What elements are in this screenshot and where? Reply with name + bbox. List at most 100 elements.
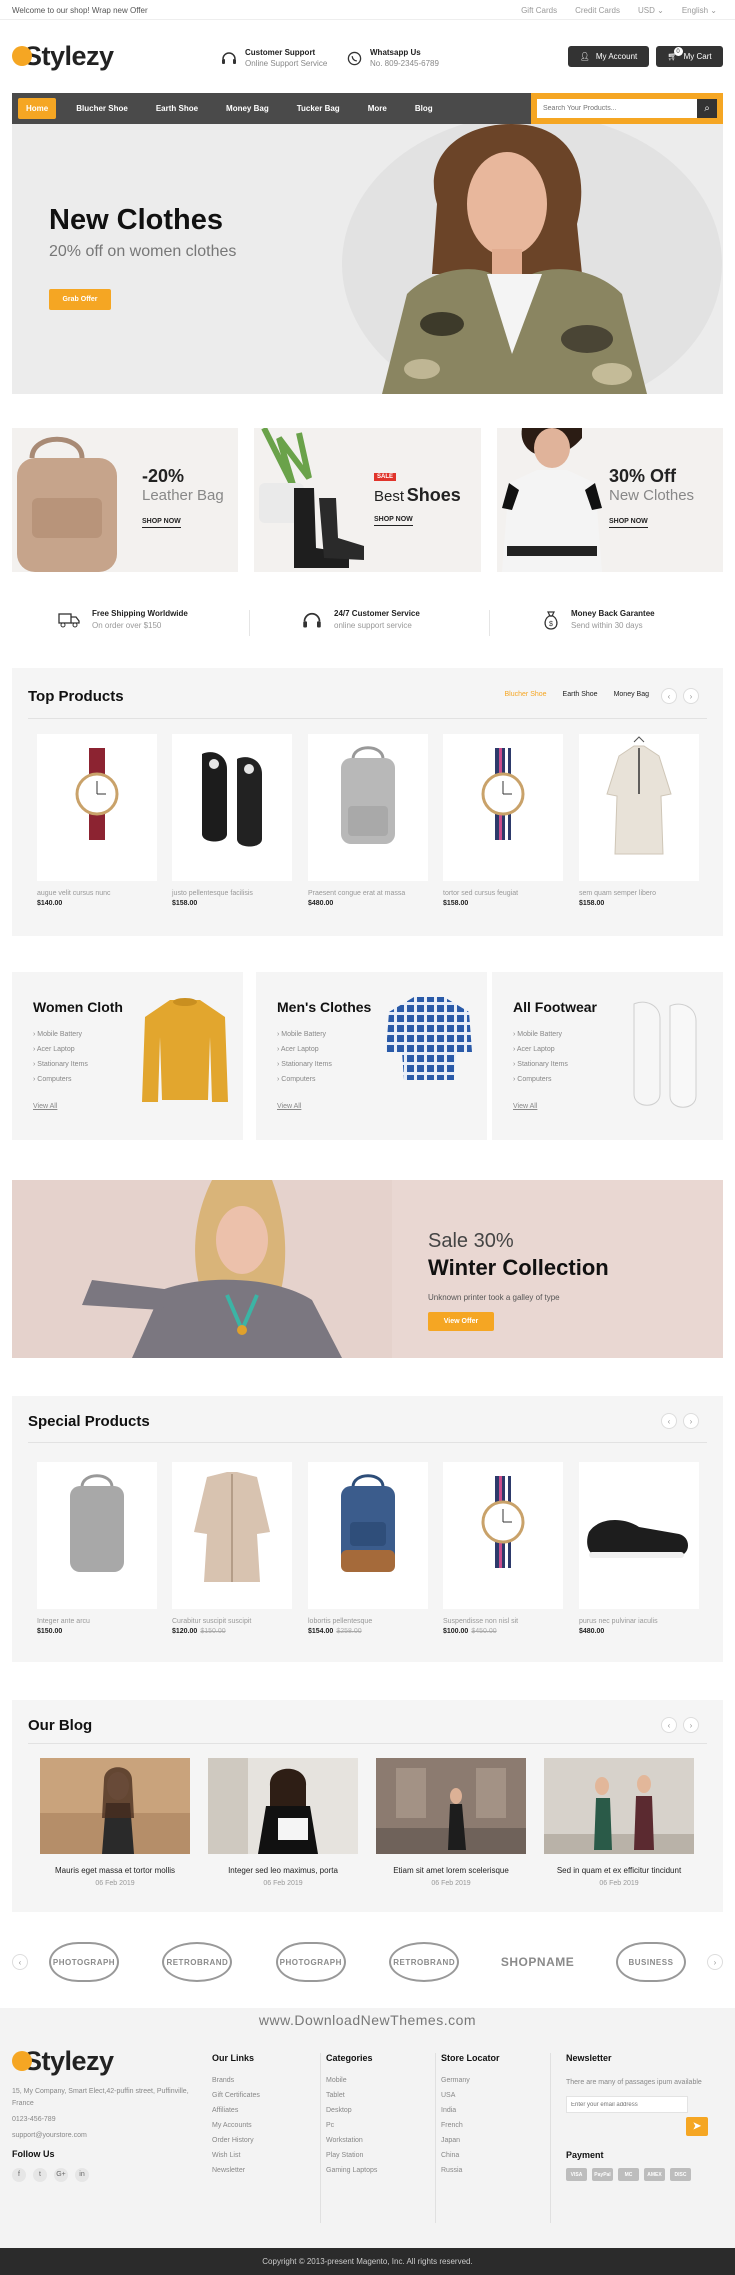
nav-earth-shoe[interactable]: Earth Shoe <box>148 98 206 119</box>
next-arrow-button[interactable]: › <box>683 688 699 704</box>
category-link[interactable]: › Mobile Battery <box>277 1031 332 1038</box>
nav-blog[interactable]: Blog <box>407 98 441 119</box>
brand-logo[interactable]: BUSINESS <box>607 1938 695 1986</box>
nav-tucker-bag[interactable]: Tucker Bag <box>289 98 348 119</box>
tab-money-bag[interactable]: Money Bag <box>614 691 649 698</box>
promo-best-shoes[interactable]: SALE Best Shoes SHOP NOW <box>254 428 481 572</box>
blue-backpack-image <box>341 1474 395 1572</box>
category-link[interactable]: › Acer Laptop <box>513 1046 568 1053</box>
boots-image <box>259 428 364 568</box>
gift-cards-link[interactable]: Gift Cards <box>521 6 557 15</box>
linkedin-icon[interactable]: in <box>75 2168 89 2182</box>
category-link[interactable]: › Stationary Items <box>277 1061 332 1068</box>
nav-money-bag[interactable]: Money Bag <box>218 98 277 119</box>
next-arrow-button[interactable]: › <box>683 1717 699 1733</box>
divider <box>28 718 707 719</box>
chevron-down-icon: ⌄ <box>710 6 717 15</box>
grab-offer-button[interactable]: Grab Offer <box>49 289 111 310</box>
newsletter-submit-button[interactable]: ➤ <box>686 2117 708 2136</box>
brand-logo[interactable]: SHOPNAME <box>494 1938 582 1986</box>
nav-blucher-shoe[interactable]: Blucher Shoe <box>68 98 136 119</box>
nav-home[interactable]: Home <box>18 98 57 119</box>
cardigan-image <box>194 1472 270 1582</box>
blog-post[interactable]: Integer sed leo maximus, porta 06 Feb 20… <box>208 1758 358 1887</box>
view-all-link[interactable]: View All <box>277 1103 301 1110</box>
category-link[interactable]: › Stationary Items <box>33 1061 88 1068</box>
watch-image <box>75 748 119 840</box>
prev-arrow-button[interactable]: ‹ <box>661 688 677 704</box>
sneakers-image <box>202 752 262 847</box>
view-offer-button[interactable]: View Offer <box>428 1312 494 1331</box>
product-card[interactable]: justo pellentesque facilisis $158.00 <box>172 734 292 907</box>
top-bar: Welcome to our shop! Wrap new Offer Gift… <box>0 0 735 20</box>
category-link[interactable]: › Computers <box>33 1076 88 1083</box>
shop-now-link[interactable]: SHOP NOW <box>609 518 648 528</box>
language-select[interactable]: English ⌄ <box>682 6 717 15</box>
search-input[interactable] <box>537 99 697 118</box>
category-link[interactable]: › Stationary Items <box>513 1061 568 1068</box>
brand-logo[interactable]: PHOTOGRAPH <box>40 1938 128 1986</box>
promo-leather-bag[interactable]: -20% Leather Bag SHOP NOW <box>12 428 238 572</box>
tab-earth-shoe[interactable]: Earth Shoe <box>563 691 598 698</box>
category-link[interactable]: › Computers <box>277 1076 332 1083</box>
promo-new-clothes[interactable]: 30% Off New Clothes SHOP NOW <box>497 428 723 572</box>
product-card[interactable]: purus nec pulvinar iaculis $480.00 <box>579 1462 699 1635</box>
whatsapp-contact: Whatsapp Us No. 809-2345-6789 <box>347 48 439 68</box>
blog-post[interactable]: Mauris eget massa et tortor mollis 06 Fe… <box>40 1758 190 1887</box>
brand-logo[interactable]: PHOTOGRAPH <box>267 1938 355 1986</box>
copyright-text: Copyright © 2013-present Magento, Inc. A… <box>262 2257 473 2266</box>
divider <box>28 1743 707 1744</box>
twitter-icon[interactable]: t <box>33 2168 47 2182</box>
currency-select[interactable]: USD ⌄ <box>638 6 664 15</box>
google-plus-icon[interactable]: G+ <box>54 2168 68 2182</box>
product-card[interactable]: augue velit cursus nunc $140.00 <box>37 734 157 907</box>
product-image <box>37 1462 157 1609</box>
prev-arrow-button[interactable]: ‹ <box>661 1413 677 1429</box>
product-card[interactable]: Praesent congue erat at massa $480.00 <box>308 734 428 907</box>
category-link[interactable]: › Mobile Battery <box>33 1031 88 1038</box>
chevron-right-icon: › <box>689 691 693 701</box>
brand-prev-button[interactable]: ‹ <box>12 1954 28 1970</box>
grey-backpack-image <box>341 746 395 844</box>
category-link[interactable]: › Acer Laptop <box>33 1046 88 1053</box>
nav-more[interactable]: More <box>360 98 395 119</box>
shop-now-link[interactable]: SHOP NOW <box>142 518 181 528</box>
category-link[interactable]: › Acer Laptop <box>277 1046 332 1053</box>
next-arrow-button[interactable]: › <box>683 1413 699 1429</box>
top-products-section: Top Products Blucher Shoe Earth Shoe Mon… <box>12 668 723 936</box>
facebook-icon[interactable]: f <box>12 2168 26 2182</box>
view-all-link[interactable]: View All <box>33 1103 57 1110</box>
footer-logo[interactable]: Stylezy <box>12 2046 114 2077</box>
search-button[interactable]: ⌕ <box>697 99 717 118</box>
site-logo[interactable]: Stylezy <box>12 41 114 72</box>
my-cart-button[interactable]: 🛒︎ 0 My Cart <box>656 46 723 67</box>
brand-logo[interactable]: RETROBRAND <box>380 1938 468 1986</box>
product-card[interactable]: tortor sed cursus feugiat $158.00 <box>443 734 563 907</box>
product-card[interactable]: Integer ante arcu $150.00 <box>37 1462 157 1635</box>
category-link[interactable]: › Computers <box>513 1076 568 1083</box>
category-links: › Mobile Battery › Acer Laptop › Station… <box>277 1031 332 1091</box>
prev-arrow-button[interactable]: ‹ <box>661 1717 677 1733</box>
payment-methods: VISA PayPal MC AMEX DISC <box>566 2168 716 2181</box>
product-card[interactable]: Curabitur suscipit suscipit $120.00 $150.… <box>172 1462 292 1635</box>
category-all-footwear: All Footwear › Mobile Battery › Acer Lap… <box>492 972 723 1140</box>
customer-support: Customer Support Online Support Service <box>221 48 327 68</box>
brand-logo[interactable]: RETROBRAND <box>153 1938 241 1986</box>
blog-post[interactable]: Sed in quam et ex efficitur tincidunt 06… <box>544 1758 694 1887</box>
credit-cards-link[interactable]: Credit Cards <box>575 6 620 15</box>
chevron-left-icon: ‹ <box>18 1957 22 1967</box>
my-account-button[interactable]: 👤︎ My Account <box>568 46 649 67</box>
category-link[interactable]: › Mobile Battery <box>513 1031 568 1038</box>
shop-now-link[interactable]: SHOP NOW <box>374 516 413 526</box>
product-card[interactable]: lobortis pellentesque $154.00 $258.00 <box>308 1462 428 1635</box>
newsletter-email-input[interactable] <box>566 2096 688 2113</box>
divider <box>489 610 490 636</box>
view-all-link[interactable]: View All <box>513 1103 537 1110</box>
blog-post[interactable]: Etiam sit amet lorem scelerisque 06 Feb … <box>376 1758 526 1887</box>
product-card[interactable]: Suspendisse non nisl sit $100.00 $450.00 <box>443 1462 563 1635</box>
tab-blucher-shoe[interactable]: Blucher Shoe <box>505 691 547 698</box>
brand-next-button[interactable]: › <box>707 1954 723 1970</box>
product-card[interactable]: sem quam semper libero $158.00 <box>579 734 699 907</box>
category-links: › Mobile Battery › Acer Laptop › Station… <box>33 1031 88 1091</box>
chevron-left-icon: ‹ <box>667 1720 671 1730</box>
